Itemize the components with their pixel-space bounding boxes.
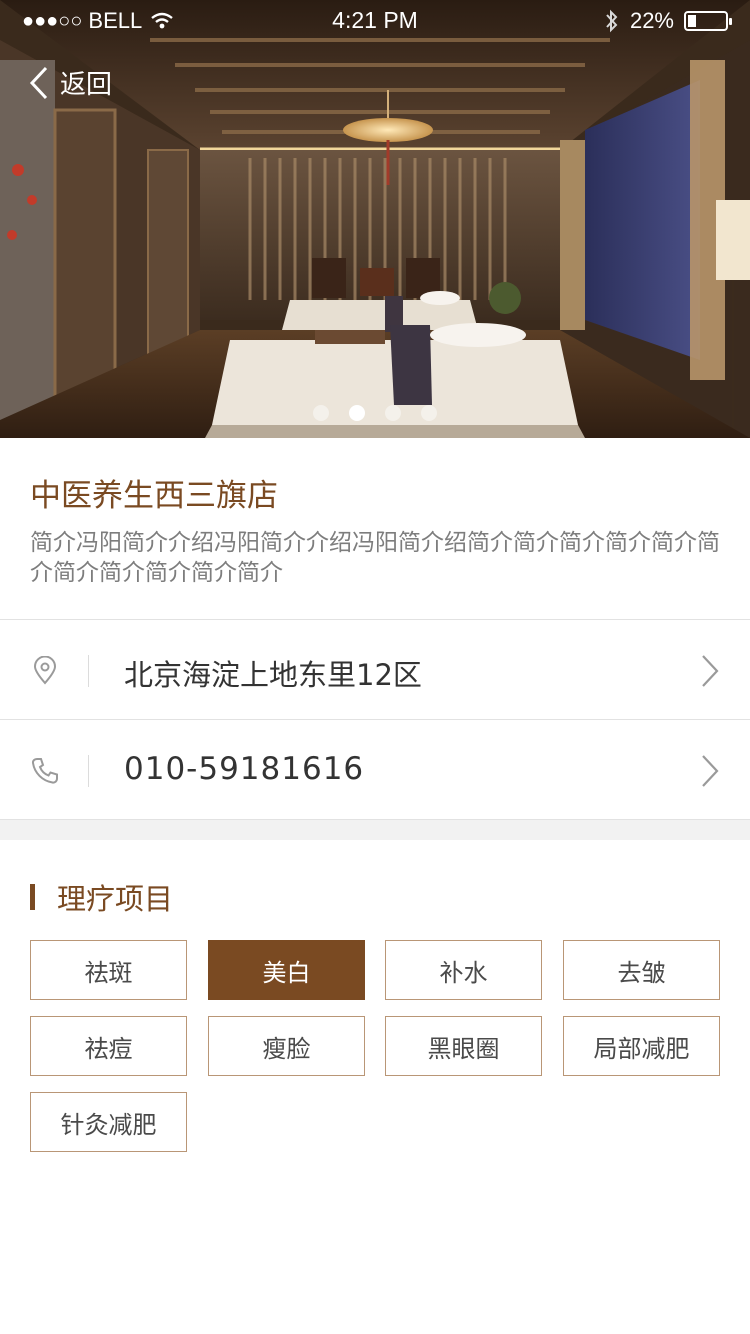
phone-icon (31, 758, 58, 784)
therapy-tag[interactable]: 去皱 (563, 940, 720, 1000)
therapy-tag[interactable]: 补水 (385, 940, 542, 1000)
phone-row[interactable]: 010-59181616 (0, 720, 750, 820)
carousel-dot[interactable] (349, 405, 365, 421)
carousel-pager[interactable] (0, 405, 750, 421)
chevron-left-icon (29, 66, 48, 99)
section-title-bar (30, 884, 35, 910)
phone-text: 010-59181616 (124, 751, 365, 787)
spa-room-photo (0, 0, 750, 438)
therapy-tag[interactable]: 祛斑 (30, 940, 187, 1000)
therapy-tag[interactable]: 瘦脸 (208, 1016, 365, 1076)
therapy-tag[interactable]: 局部减肥 (563, 1016, 720, 1076)
row-divider (88, 755, 89, 787)
section-separator (0, 820, 750, 840)
therapy-tag[interactable]: 美白 (208, 940, 365, 1000)
therapy-tag[interactable]: 祛痘 (30, 1016, 187, 1076)
battery-fill (688, 15, 696, 27)
address-text: 北京海淀上地东里12区 (124, 658, 422, 692)
therapy-tag[interactable]: 针灸减肥 (30, 1092, 187, 1152)
row-divider (88, 655, 89, 687)
chevron-right-icon (702, 755, 719, 787)
status-right: 22% (604, 8, 732, 34)
battery-percent: 22% (629, 8, 674, 33)
section-title-text: 理疗项目 (57, 882, 174, 916)
carousel-dot[interactable] (421, 405, 437, 421)
chevron-right-icon (702, 655, 719, 687)
store-description: 简介冯阳简介介绍冯阳简介介绍冯阳简介绍简介简介简介简介简介简介简介简介简介简介简… (30, 530, 720, 586)
carousel-dot[interactable] (313, 405, 329, 421)
carousel-dot[interactable] (385, 405, 401, 421)
address-row[interactable]: 北京海淀上地东里12区 (0, 620, 750, 720)
location-pin-icon (33, 656, 57, 685)
store-info: 中医养生西三旗店 简介冯阳简介介绍冯阳简介介绍冯阳简介绍简介简介简介简介简介简介… (0, 438, 750, 620)
status-bar: ●●●○○ BELL 4:21 PM 22% (0, 0, 750, 40)
store-name: 中医养生西三旗店 (30, 478, 278, 514)
back-button[interactable]: 返回 (28, 64, 112, 101)
therapy-tag[interactable]: 黑眼圈 (385, 1016, 542, 1076)
battery-icon (684, 11, 732, 31)
section-title: 理疗项目 (30, 876, 173, 918)
bluetooth-icon (606, 9, 618, 33)
back-button-label: 返回 (60, 70, 113, 100)
hero-image: ●●●○○ BELL 4:21 PM 22% 返回 (0, 0, 750, 438)
